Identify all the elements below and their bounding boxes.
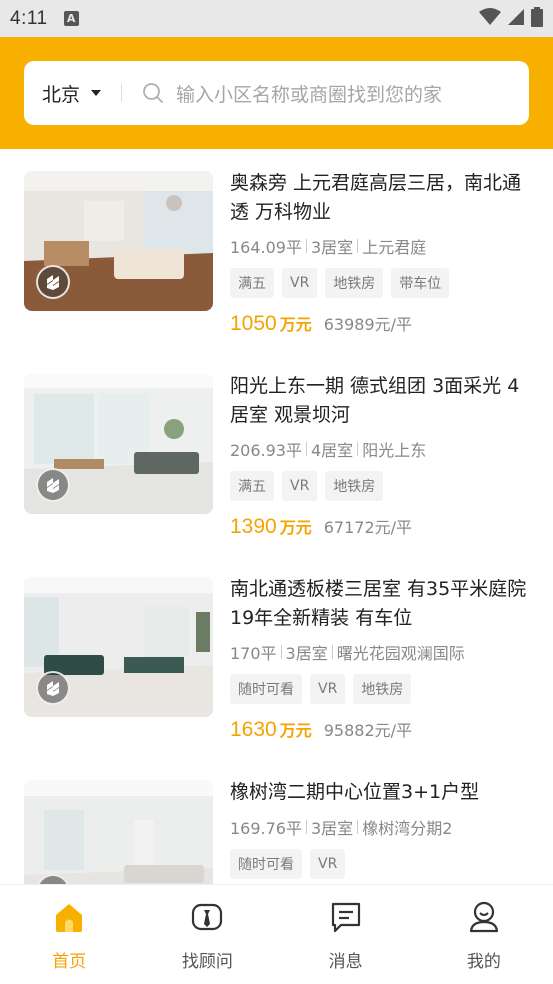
listing-tag: VR <box>282 471 318 501</box>
price-unit: 万元 <box>279 518 312 537</box>
listing-title: 南北通透板楼三居室 有35平米庭院 19年全新精装 有车位 <box>230 578 527 629</box>
listing-area: 206.93平 <box>230 441 302 460</box>
listing-area: 170平 <box>230 644 277 663</box>
listing-tag: 地铁房 <box>325 471 384 501</box>
listing-tag: 满五 <box>230 471 274 501</box>
header: 北京 输入小区名称或商圈找到您的家 <box>0 37 553 149</box>
listing-title: 橡树湾二期中心位置3+1户型 <box>230 781 480 803</box>
meta-separator <box>280 645 282 659</box>
listing-photo <box>24 577 213 717</box>
total-price: 1630 <box>230 718 277 741</box>
notification-icon: A <box>63 11 79 26</box>
listing-tag: VR <box>282 268 318 298</box>
battery-icon <box>531 6 543 31</box>
tab-label: 消息 <box>328 952 363 972</box>
home-icon <box>49 897 89 937</box>
listing-area: 169.76平 <box>230 819 302 838</box>
listing-rooms: 3居室 <box>311 238 354 257</box>
listing-price: 1050 万元 63989元/平 <box>230 311 412 336</box>
signal-icon <box>507 8 525 30</box>
listing-rooms: 3居室 <box>311 819 354 838</box>
listing-card[interactable]: 橡树湾二期中心位置3+1户型 169.76平 3居室 橡树湾分期2 随时可看 V… <box>0 758 553 884</box>
meta-separator <box>357 239 359 253</box>
total-price: 1390 <box>230 515 277 538</box>
tab-messages[interactable]: 消息 <box>277 885 415 984</box>
tab-label: 首页 <box>52 952 87 972</box>
price-unit: 万元 <box>279 721 312 740</box>
listing-community: 阳光上东 <box>362 441 427 460</box>
wifi-icon <box>479 7 501 30</box>
listing-tags: 满五 VR 地铁房 <box>230 471 384 501</box>
listing-tag: 满五 <box>230 268 274 298</box>
listing-price: 1390 万元 67172元/平 <box>230 514 412 539</box>
search-input[interactable]: 输入小区名称或商圈找到您的家 <box>176 80 442 107</box>
unit-price: 67172元/平 <box>323 518 413 537</box>
tab-label: 我的 <box>466 952 501 972</box>
listing-photo <box>24 780 213 884</box>
listing-title: 奥森旁 上元君庭高层三居，南北通透 万科物业 <box>230 172 522 223</box>
listing-card[interactable]: 阳光上东一期 德式组团 3面采光 4居室 观景坝河 206.93平 4居室 阳光… <box>0 352 553 555</box>
listing-tag: 带车位 <box>391 268 450 298</box>
meta-separator <box>357 442 359 456</box>
meta-separator <box>331 645 333 659</box>
listing-community: 曙光花园观澜国际 <box>336 644 465 663</box>
listing-photo <box>24 171 213 311</box>
divider <box>121 84 123 102</box>
meta-separator <box>357 820 359 834</box>
unit-price: 63989元/平 <box>323 315 413 334</box>
status-bar: 4:11 A <box>0 0 553 37</box>
advisor-icon <box>187 897 227 937</box>
status-time: 4:11 <box>10 7 48 29</box>
listing-title: 阳光上东一期 德式组团 3面采光 4居室 观景坝河 <box>230 375 520 426</box>
listing-tags: 随时可看 VR 地铁房 <box>230 674 412 704</box>
listing-tag: VR <box>310 674 346 704</box>
listing-list: 奥森旁 上元君庭高层三居，南北通透 万科物业 164.09平 3居室 上元君庭 … <box>0 149 553 884</box>
city-selector[interactable]: 北京 <box>42 80 102 107</box>
listing-meta: 170平 3居室 曙光花园观澜国际 <box>230 640 465 664</box>
listing-tags: 随时可看 VR <box>230 849 346 879</box>
meta-separator <box>306 442 307 456</box>
tab-advisor[interactable]: 找顾问 <box>138 885 276 984</box>
listing-meta: 164.09平 3居室 上元君庭 <box>230 234 426 258</box>
meta-separator <box>306 820 307 834</box>
listing-area: 164.09平 <box>230 238 302 257</box>
listing-card[interactable]: 南北通透板楼三居室 有35平米庭院 19年全新精装 有车位 170平 3居室 曙… <box>0 555 553 758</box>
meta-separator <box>306 239 307 253</box>
listing-tag: 地铁房 <box>325 268 384 298</box>
tab-home[interactable]: 首页 <box>0 885 138 984</box>
vr-icon <box>36 265 70 299</box>
total-price: 1050 <box>230 312 277 335</box>
listing-community: 橡树湾分期2 <box>362 819 453 838</box>
message-icon <box>326 897 366 937</box>
search-bar[interactable]: 北京 输入小区名称或商圈找到您的家 <box>24 61 529 125</box>
listing-meta: 206.93平 4居室 阳光上东 <box>230 437 426 461</box>
listing-price: 1630 万元 95882元/平 <box>230 717 412 742</box>
profile-icon <box>464 897 504 937</box>
unit-price: 95882元/平 <box>323 721 413 740</box>
listing-tag: 随时可看 <box>230 849 302 879</box>
caret-down-icon <box>91 90 102 96</box>
listing-tags: 满五 VR 地铁房 带车位 <box>230 268 450 298</box>
search-icon <box>142 82 164 104</box>
vr-icon <box>36 671 70 705</box>
listing-tag: 随时可看 <box>230 674 302 704</box>
listing-tag: VR <box>310 849 346 879</box>
listing-meta: 169.76平 3居室 橡树湾分期2 <box>230 815 452 839</box>
listing-card[interactable]: 奥森旁 上元君庭高层三居，南北通透 万科物业 164.09平 3居室 上元君庭 … <box>0 149 553 352</box>
listing-rooms: 4居室 <box>311 441 354 460</box>
price-unit: 万元 <box>279 315 312 334</box>
tab-label: 找顾问 <box>181 952 233 972</box>
listing-tag: 地铁房 <box>353 674 412 704</box>
tab-profile[interactable]: 我的 <box>415 885 553 984</box>
vr-icon <box>36 468 70 502</box>
city-label: 北京 <box>42 83 81 106</box>
listing-community: 上元君庭 <box>362 238 427 257</box>
listing-rooms: 3居室 <box>285 644 328 663</box>
listing-photo <box>24 374 213 514</box>
bottom-tab-bar: 首页 找顾问 消息 我的 <box>0 884 553 984</box>
